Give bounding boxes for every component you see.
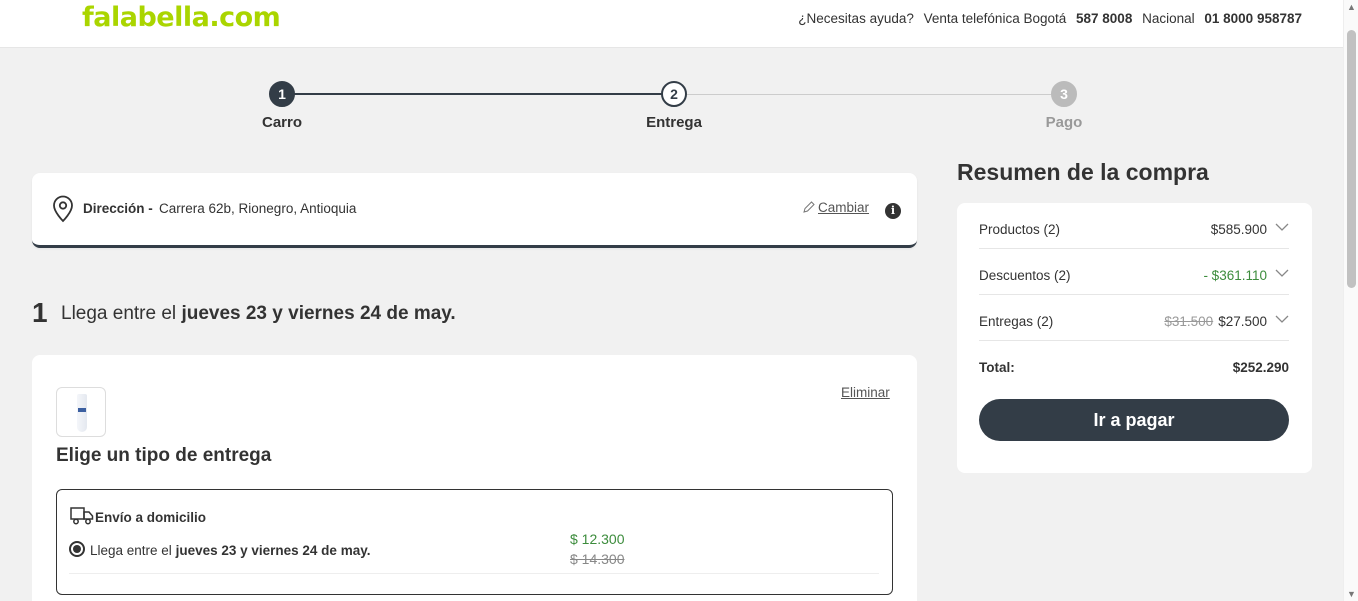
summary-row-value: $585.900 (1210, 222, 1267, 237)
chevron-down-icon (1275, 269, 1289, 277)
phone-city: 587 8008 (1076, 11, 1133, 26)
choose-delivery-title: Elige un tipo de entrega (56, 445, 272, 466)
delivery-heading: Llega entre el jueves 23 y viernes 24 de… (61, 303, 456, 325)
product-image-label (78, 408, 86, 412)
delivery-group-number: 1 (32, 297, 48, 328)
summary-row-total: Total: $252.290 (979, 341, 1289, 387)
phone-label-national: Nacional (1142, 11, 1195, 26)
summary-row-deliveries[interactable]: Entregas (2) $31.500 $27.500 (979, 295, 1289, 341)
info-icon[interactable]: i (885, 203, 901, 219)
summary-title: Resumen de la compra (957, 159, 1209, 185)
summary-row-label: Entregas (2) (979, 314, 1054, 329)
remove-product-link[interactable]: Eliminar (841, 385, 890, 400)
step-carro[interactable]: 1 Carro (222, 81, 342, 131)
summary-row-value: - $361.110 (1203, 268, 1267, 283)
scrollbar-thumb[interactable] (1347, 30, 1356, 288)
step-label: Entrega (646, 114, 702, 131)
option-arrival-dates: jueves 23 y viernes 24 de may. (175, 543, 371, 558)
summary-total-value: $252.290 (1232, 360, 1289, 375)
summary-row-label: Productos (2) (979, 222, 1061, 237)
pencil-icon (803, 201, 815, 213)
address-value: Carrera 62b, Rionegro, Antioquia (159, 201, 357, 216)
step-entrega: 2 Entrega (614, 81, 734, 131)
chevron-down-icon (1275, 223, 1289, 231)
site-header: falabella.com ¿Necesitas ayuda? Venta te… (0, 0, 1343, 48)
step-number: 1 (269, 81, 295, 107)
product-image-tube (77, 394, 87, 432)
summary-row-old-value: $31.500 (1164, 314, 1214, 329)
address-label: Dirección - (83, 201, 153, 216)
scroll-down-arrow-icon[interactable]: ▼ (1347, 589, 1356, 599)
phone-national: 01 8000 958787 (1204, 11, 1302, 26)
delivery-radio-selected[interactable] (69, 541, 85, 557)
shipping-price-discounted: $ 12.300 (570, 531, 625, 547)
step-number: 3 (1051, 81, 1077, 107)
summary-row-products[interactable]: Productos (2) $585.900 (979, 203, 1289, 249)
summary-row-value: $27.500 (1218, 314, 1267, 329)
delivery-heading-dates: jueves 23 y viernes 24 de may. (181, 303, 456, 324)
option-arrival-prefix: Llega entre el (90, 543, 172, 558)
help-contact: ¿Necesitas ayuda? Venta telefónica Bogot… (792, 11, 1302, 26)
falabella-logo[interactable]: falabella.com (82, 2, 281, 33)
truck-icon (70, 507, 94, 525)
step-pago: 3 Pago (1004, 81, 1124, 131)
help-question: ¿Necesitas ayuda? (798, 11, 914, 26)
summary-card: Productos (2) $585.900 Descuentos (2) - … (957, 203, 1312, 473)
option-title: Envío a domicilio (95, 510, 207, 525)
address-card: Dirección - Carrera 62b, Rionegro, Antio… (32, 173, 917, 248)
change-address-link[interactable]: Cambiar (803, 200, 869, 215)
home-delivery-option[interactable]: Envío a domicilio Llega entre el jueves … (56, 489, 893, 595)
step-number: 2 (661, 81, 687, 107)
summary-row-value-group: $31.500 $27.500 (1164, 314, 1267, 329)
summary-row-label: Descuentos (2) (979, 268, 1071, 283)
step-label: Pago (1045, 114, 1083, 131)
shipping-price-original: $ 14.300 (570, 551, 625, 567)
scroll-up-arrow-icon[interactable]: ▲ (1347, 2, 1356, 12)
delivery-heading-prefix: Llega entre el (61, 303, 177, 324)
option-arrival-text: Llega entre el jueves 23 y viernes 24 de… (90, 543, 370, 558)
phone-label-city: Venta telefónica Bogotá (923, 11, 1067, 26)
option-divider (69, 573, 879, 574)
summary-row-discounts[interactable]: Descuentos (2) - $361.110 (979, 249, 1289, 295)
change-address-label: Cambiar (818, 200, 870, 215)
chevron-down-icon (1275, 315, 1289, 323)
go-to-pay-button[interactable]: Ir a pagar (979, 399, 1289, 441)
product-thumbnail[interactable] (56, 387, 106, 437)
product-card: Eliminar Elige un tipo de entrega Envío … (32, 355, 917, 601)
step-label: Carro (261, 114, 302, 131)
location-pin-icon (53, 195, 73, 223)
page-scrollbar[interactable]: ▲ ▼ (1343, 0, 1358, 601)
